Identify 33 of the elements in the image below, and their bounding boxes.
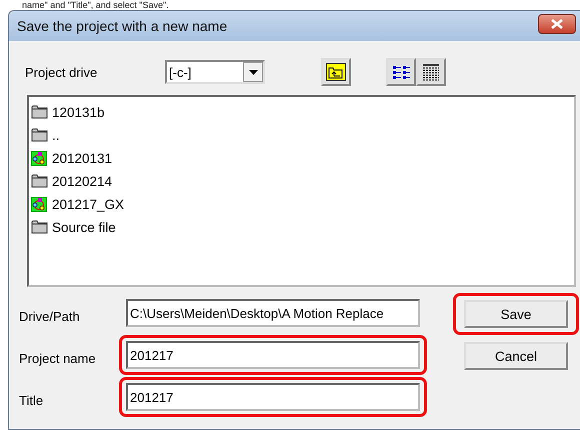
folder-icon [31, 104, 48, 121]
text-field[interactable]: C:\Users\Meiden\Desktop\A Motion Replace [126, 299, 420, 327]
folder-icon [31, 173, 48, 190]
file-item[interactable]: 120131b [52, 105, 105, 120]
parent-folder-button[interactable] [321, 58, 351, 86]
file-item[interactable]: 20120214 [52, 174, 112, 189]
dropdown-arrow-icon [248, 70, 258, 74]
field-label: Project name [19, 350, 97, 366]
details-view-button[interactable] [416, 58, 446, 86]
text-field[interactable]: 201217 [126, 383, 420, 411]
list-view-button[interactable] [386, 58, 416, 86]
project-icon [31, 150, 48, 167]
dialog-button[interactable]: Cancel [464, 342, 568, 370]
text-field[interactable]: 201217 [126, 341, 420, 369]
caption-text: name" and "Title", and select "Save". [21, 0, 170, 10]
folder-up-icon [326, 63, 346, 81]
drive-dropdown[interactable]: [-c-] [165, 60, 265, 84]
window-title: Save the project with a new name [17, 18, 228, 34]
file-item[interactable]: .. [52, 128, 60, 143]
field-label: Project drive [24, 64, 98, 80]
file-item[interactable]: Source file [52, 220, 116, 235]
close-icon [551, 19, 563, 29]
field-label: Drive/Path [19, 308, 81, 324]
folder-icon [31, 219, 48, 236]
folder-icon [31, 127, 48, 144]
dialog-button[interactable]: Save [464, 300, 568, 328]
file-item[interactable]: 201217_GX [52, 197, 124, 212]
list-view-icon [391, 63, 411, 81]
field-label: Title [19, 392, 44, 408]
file-item[interactable]: 20120131 [52, 151, 112, 166]
details-view-icon [421, 63, 441, 81]
project-icon [31, 196, 48, 213]
close-button[interactable] [538, 14, 576, 34]
